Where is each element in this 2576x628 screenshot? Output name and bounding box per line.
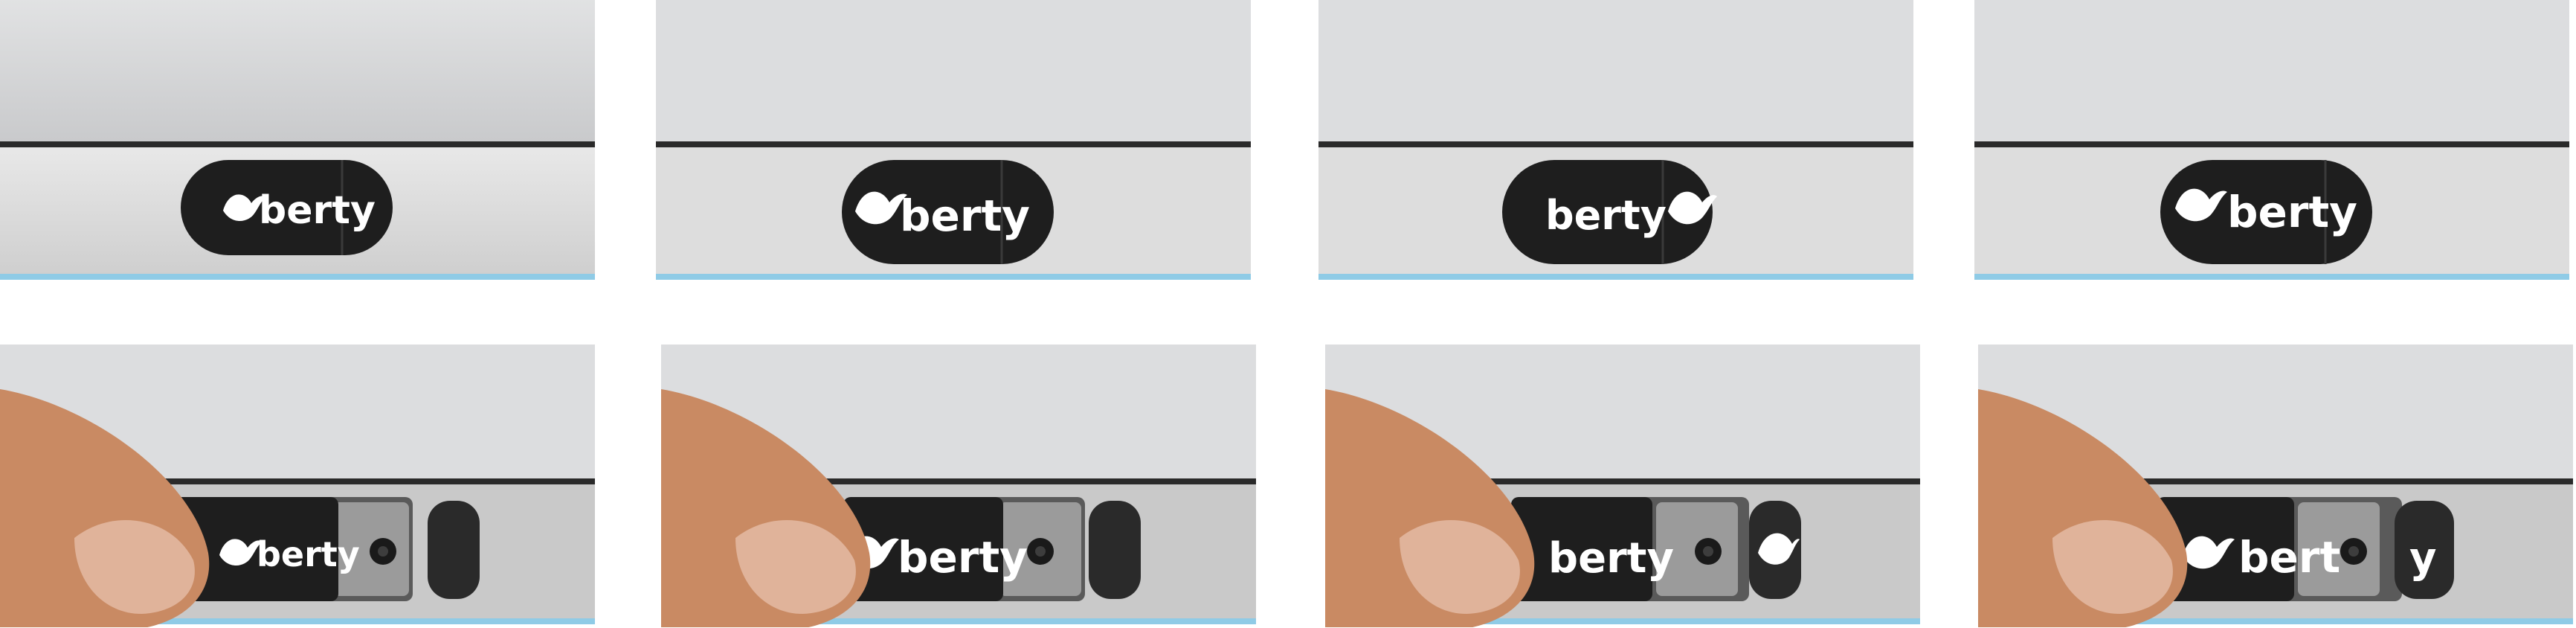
berty-cover: berty [1511,497,1674,601]
brand-end-letter: y [2409,534,2437,583]
laptop-bezel-closed-scene: berty [1318,0,1913,280]
brand-wordmark: berty [898,532,1028,583]
tile-closed-3: berty [1318,0,1913,283]
laptop-bezel-open-scene: y bert [1978,345,2573,627]
berty-cover: berty [2160,160,2372,264]
laptop-bezel-open-scene: berty [1325,345,1920,627]
berty-cover: berty [1502,160,1717,264]
slider-end-cap [428,501,480,599]
tile-closed-1: berty [0,0,595,283]
brand-wordmark: berty [257,534,360,574]
laptop-bezel-closed-scene: berty [0,0,595,280]
tile-open-1: berty [0,345,595,627]
brand-wordmark: berty [1548,534,1674,583]
brand-wordmark: berty [259,188,376,233]
brand-wordmark: berty [2227,187,2357,237]
tile-closed-2: berty [656,0,1251,283]
laptop-bezel-closed-scene: berty [1974,0,2569,280]
slider-end-cap: y [2395,501,2454,599]
laptop-bezel-closed-scene: berty [656,0,1251,280]
laptop-bezel-open-scene: berty [661,345,1256,627]
berty-cover: berty [181,160,393,255]
tile-open-4: y bert [1978,345,2573,627]
product-photo-grid: berty berty berty berty berty berty bert… [0,0,2576,628]
slider-end-cap [1749,501,1801,599]
laptop-bezel-open-scene: berty [0,345,595,627]
brand-wordmark: berty [900,190,1030,241]
brand-wordmark: berty [1545,192,1667,239]
brand-wordmark-partial: bert [2238,532,2340,583]
slider-end-cap [1089,501,1141,599]
berty-cover: berty [842,160,1054,264]
tile-open-3: berty [1325,345,1920,627]
berty-cover: berty [843,497,1028,601]
tile-open-2: berty [661,345,1256,627]
tile-closed-4: berty [1974,0,2569,283]
